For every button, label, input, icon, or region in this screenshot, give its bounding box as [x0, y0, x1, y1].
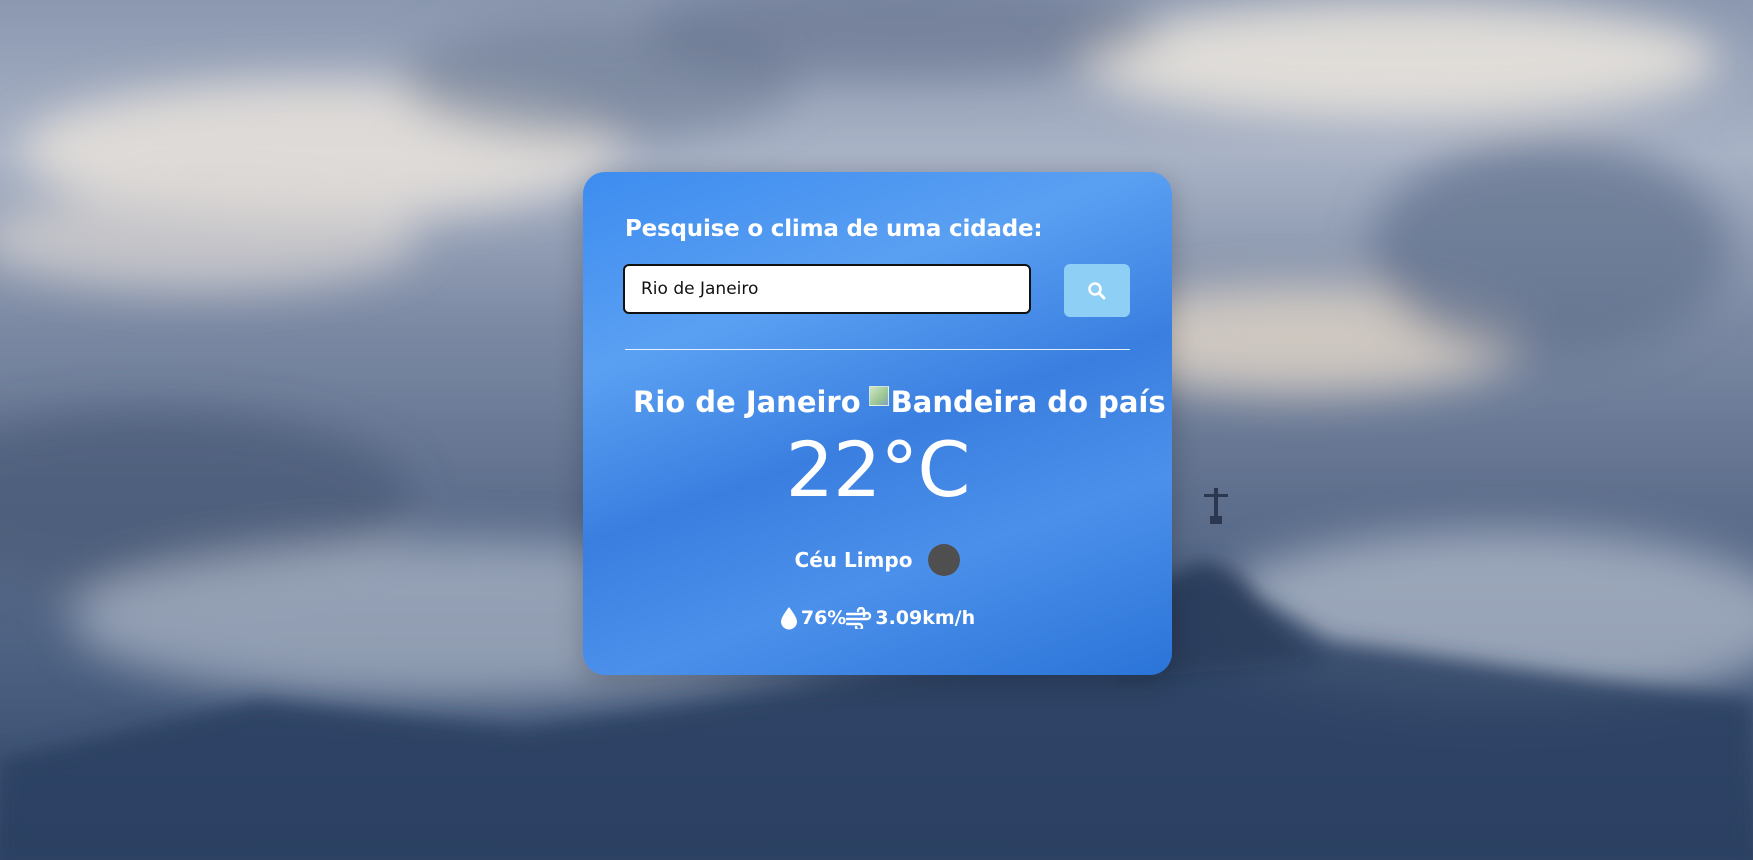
- weather-card: Pesquise o clima de uma cidade: Rio de J…: [583, 172, 1172, 675]
- wind-speed-value: 3.09km/h: [875, 607, 976, 629]
- humidity-value: 76%: [800, 607, 847, 629]
- search-button[interactable]: [1064, 264, 1130, 317]
- flag-alt-text: Bandeira do país: [890, 385, 1166, 419]
- temperature: 22°C: [785, 425, 971, 514]
- broken-image-icon: [868, 386, 889, 406]
- search-icon: [1088, 281, 1106, 299]
- condition-row: Céu Limpo: [583, 544, 1172, 576]
- details-row: 76% 3.09km/h: [583, 606, 1172, 630]
- country-flag: Bandeira do país: [868, 385, 1166, 419]
- city-name: Rio de Janeiro: [633, 385, 861, 419]
- search-title: Pesquise o clima de uma cidade:: [625, 216, 1043, 242]
- divider: [625, 349, 1130, 350]
- weather-description: Céu Limpo: [794, 548, 913, 572]
- wind-icon: [846, 607, 872, 629]
- water-drop-icon: [780, 607, 797, 630]
- location-row: Rio de Janeiro Bandeira do país: [625, 382, 1166, 422]
- weather-condition-icon: [928, 544, 961, 576]
- city-search-input[interactable]: [623, 264, 1031, 314]
